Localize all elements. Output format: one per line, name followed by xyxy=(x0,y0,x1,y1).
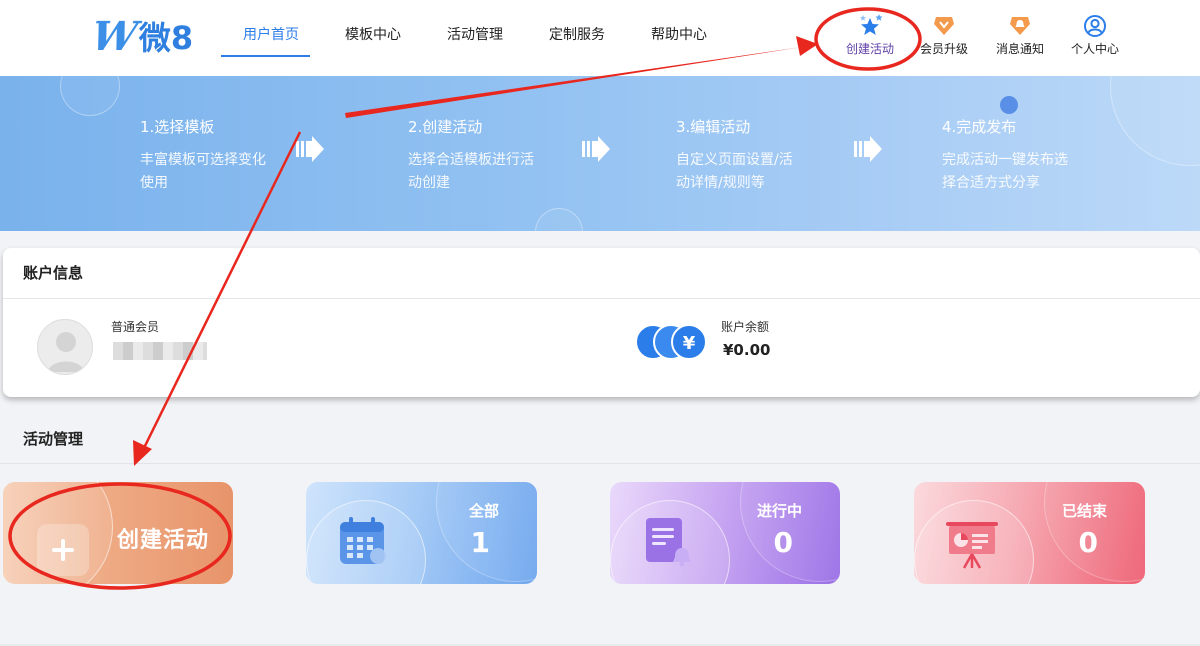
top-header: W 微8 用户首页 模板中心 活动管理 定制服务 帮助中心 创建活动 会员升级 xyxy=(0,0,1200,76)
create-activity-card[interactable]: 创建活动 xyxy=(3,482,233,584)
step-title: 3.编辑活动 xyxy=(676,118,751,136)
step-desc: 完成活动一键发布选择合适方式分享 xyxy=(942,152,1068,191)
step-title: 4.完成发布 xyxy=(942,118,1017,136)
account-info-title: 账户信息 xyxy=(3,248,1200,299)
step-title: 1.选择模板 xyxy=(140,118,215,136)
presentation-board-icon xyxy=(946,522,998,569)
create-activity-button[interactable]: 创建活动 xyxy=(834,14,906,57)
process-banner: 1.选择模板 丰富模板可选择变化使用 2.创建活动 选择合适模板进行活动创建 3… xyxy=(0,76,1200,231)
step-desc: 自定义页面设置/活动详情/规则等 xyxy=(676,152,793,191)
all-card-label: 全部 xyxy=(468,502,499,520)
banner-bubble xyxy=(1110,76,1200,166)
step-arrow-icon xyxy=(582,136,610,162)
bell-badge-icon xyxy=(1010,17,1030,35)
personal-center-label: 个人中心 xyxy=(1070,42,1119,56)
document-bell-icon xyxy=(646,518,691,567)
default-avatar-icon xyxy=(48,332,84,372)
section-divider xyxy=(0,463,1200,464)
stars-icon xyxy=(860,14,883,35)
balance-value: ¥0.00 xyxy=(723,341,771,359)
message-notify-button[interactable]: 消息通知 xyxy=(984,14,1056,57)
member-level: 普通会员 xyxy=(111,320,160,334)
banner-dot xyxy=(1000,96,1018,114)
all-activities-card[interactable]: 全部 1 xyxy=(306,482,537,584)
step-create-activity: 2.创建活动 选择合适模板进行活动创建 xyxy=(408,116,538,195)
create-activity-label: 创建活动 xyxy=(845,42,894,56)
user-icon xyxy=(1084,15,1106,37)
step-desc: 丰富模板可选择变化使用 xyxy=(140,152,266,191)
activity-section-title: 活动管理 xyxy=(23,430,84,448)
plus-icon xyxy=(37,524,89,576)
ended-activities-card[interactable]: 已结束 0 xyxy=(914,482,1145,584)
ended-card-label: 已结束 xyxy=(1061,502,1107,520)
member-upgrade-button[interactable]: 会员升级 xyxy=(908,14,980,57)
bottom-card-edges xyxy=(0,644,1200,646)
ongoing-card-label: 进行中 xyxy=(756,502,802,520)
account-info-card: 账户信息 普通会员 ¥ 账户余额 ¥0.00 xyxy=(3,248,1200,397)
banner-bubble xyxy=(60,76,120,116)
personal-center-button[interactable]: 个人中心 xyxy=(1059,14,1131,57)
member-name-redacted xyxy=(113,342,207,360)
step-desc: 选择合适模板进行活动创建 xyxy=(408,152,534,191)
ended-card-count: 0 xyxy=(1078,526,1098,559)
ongoing-activities-card[interactable]: 进行中 0 xyxy=(610,482,840,584)
header-tools: 创建活动 会员升级 消息通知 个人中心 xyxy=(0,14,1200,64)
balance-label: 账户余额 xyxy=(721,320,770,334)
member-upgrade-label: 会员升级 xyxy=(919,42,968,56)
step-select-template: 1.选择模板 丰富模板可选择变化使用 xyxy=(140,116,270,195)
banner-bubble xyxy=(535,208,583,231)
step-publish: 4.完成发布 完成活动一键发布选择合适方式分享 xyxy=(942,116,1072,195)
message-notify-label: 消息通知 xyxy=(995,42,1044,56)
avatar[interactable] xyxy=(37,319,93,375)
calendar-icon xyxy=(340,517,386,564)
coin-symbol: ¥ xyxy=(683,333,696,354)
diamond-badge-icon xyxy=(934,17,954,35)
create-activity-card-label: 创建活动 xyxy=(117,528,210,553)
step-arrow-icon xyxy=(296,136,324,162)
coins-icon: ¥ xyxy=(635,324,707,360)
all-card-count: 1 xyxy=(470,526,490,559)
step-edit-activity: 3.编辑活动 自定义页面设置/活动详情/规则等 xyxy=(676,116,806,195)
step-title: 2.创建活动 xyxy=(408,118,483,136)
ongoing-card-count: 0 xyxy=(773,526,793,559)
step-arrow-icon xyxy=(854,136,882,162)
